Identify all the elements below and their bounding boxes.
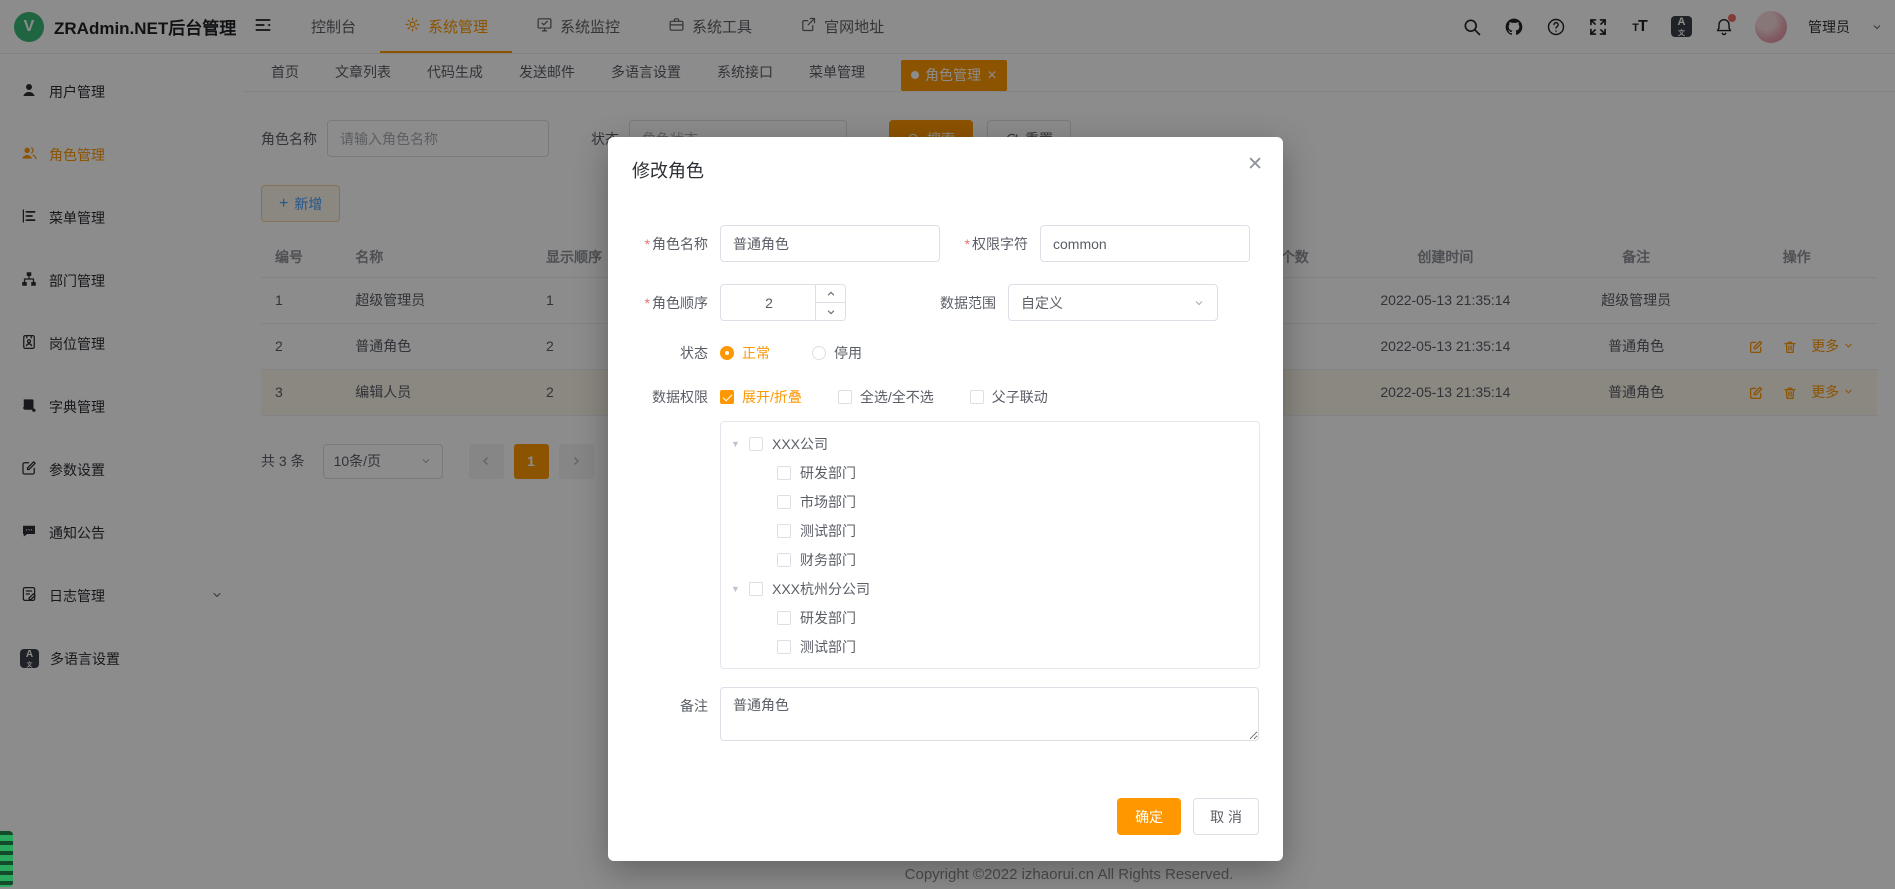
checkbox-label: 全选/全不选 (860, 387, 934, 407)
decrease-button[interactable] (816, 302, 845, 320)
department-tree: ▼XXX公司研发部门市场部门测试部门财务部门▼XXX杭州分公司研发部门测试部门 (720, 421, 1260, 669)
tree-node-label: XXX公司 (772, 434, 828, 454)
tree-checkbox[interactable] (777, 466, 791, 480)
perm-checkbox-全选/全不选[interactable]: 全选/全不选 (838, 387, 934, 407)
status-radio-停用[interactable]: 停用 (812, 343, 862, 363)
data-scope-label: 数据范围 (940, 293, 1008, 313)
perm-checkbox-展开/折叠[interactable]: 展开/折叠 (720, 387, 802, 407)
radio-dot (720, 346, 734, 360)
role-name-label: *角色名称 (632, 234, 720, 254)
stepper-buttons (815, 285, 845, 320)
dialog-footer: 确定 取 消 (1117, 798, 1259, 835)
checkbox-label: 父子联动 (992, 387, 1048, 407)
remark-textarea[interactable]: 普通角色 (720, 687, 1259, 741)
confirm-button[interactable]: 确定 (1117, 798, 1181, 835)
tree-node-label: 测试部门 (800, 521, 856, 541)
role-name-input[interactable] (720, 225, 940, 262)
required-mark: * (645, 236, 650, 252)
dialog-close-icon[interactable]: ✕ (1247, 155, 1263, 174)
tree-node-label: 研发部门 (800, 463, 856, 483)
cancel-button[interactable]: 取 消 (1193, 798, 1259, 835)
tree-node-XXX杭州分公司[interactable]: ▼ XXX杭州分公司 (721, 574, 1259, 603)
tree-node-财务部门[interactable]: 财务部门 (721, 545, 1259, 574)
required-mark: * (965, 236, 970, 252)
chevron-down-icon (1193, 297, 1205, 309)
corner-widget[interactable] (0, 831, 13, 887)
tree-node-研发部门[interactable]: 研发部门 (721, 603, 1259, 632)
data-scope-select[interactable]: 自定义 (1008, 284, 1218, 321)
checkbox-box (838, 390, 852, 404)
tree-node-label: 测试部门 (800, 637, 856, 657)
tree-node-测试部门[interactable]: 测试部门 (721, 516, 1259, 545)
caret-icon[interactable]: ▼ (731, 584, 749, 594)
role-key-label: *权限字符 (940, 234, 1040, 254)
data-perm-label: 数据权限 (632, 387, 720, 407)
checkbox-box (970, 390, 984, 404)
tree-checkbox[interactable] (749, 582, 763, 596)
tree-checkbox[interactable] (777, 640, 791, 654)
required-mark: * (645, 295, 650, 311)
tree-checkbox[interactable] (749, 437, 763, 451)
tree-node-label: 市场部门 (800, 492, 856, 512)
radio-label: 停用 (834, 343, 862, 363)
tree-checkbox[interactable] (777, 611, 791, 625)
role-order-label: *角色顺序 (632, 293, 720, 313)
tree-node-XXX公司[interactable]: ▼ XXX公司 (721, 429, 1259, 458)
tree-node-研发部门[interactable]: 研发部门 (721, 458, 1259, 487)
radio-label: 正常 (742, 343, 770, 363)
status-radio-正常[interactable]: 正常 (720, 343, 770, 363)
tree-node-label: 财务部门 (800, 550, 856, 570)
remark-label: 备注 (632, 687, 720, 716)
tree-checkbox[interactable] (777, 524, 791, 538)
increase-button[interactable] (816, 285, 845, 302)
tree-node-label: 研发部门 (800, 608, 856, 628)
status-label: 状态 (632, 343, 720, 363)
edit-role-form: *角色名称 *权限字符 *角色顺序 2 数据范围 自定义 (632, 225, 1259, 741)
data-perm-checkbox-group: 展开/折叠 全选/全不选 父子联动 (720, 387, 1084, 407)
tree-node-label: XXX杭州分公司 (772, 579, 870, 599)
perm-checkbox-父子联动[interactable]: 父子联动 (970, 387, 1048, 407)
radio-dot (812, 346, 826, 360)
tree-node-市场部门[interactable]: 市场部门 (721, 487, 1259, 516)
app-root: V ZRAdmin.NET后台管理 控制台系统管理系统监控系统工具官网地址 TT… (0, 0, 1895, 889)
caret-icon[interactable]: ▼ (731, 439, 749, 449)
role-key-input[interactable] (1040, 225, 1250, 262)
tree-node-测试部门[interactable]: 测试部门 (721, 632, 1259, 661)
dialog-title: 修改角色 (632, 157, 1259, 183)
checkbox-box (720, 390, 734, 404)
tree-checkbox[interactable] (777, 495, 791, 509)
tree-checkbox[interactable] (777, 553, 791, 567)
edit-role-dialog: 修改角色 ✕ *角色名称 *权限字符 *角色顺序 2 数据范围 (608, 137, 1283, 861)
data-scope-value: 自定义 (1021, 293, 1063, 313)
status-radio-group: 正常 停用 (720, 343, 904, 363)
checkbox-label: 展开/折叠 (742, 387, 802, 407)
role-order-stepper[interactable]: 2 (720, 284, 846, 321)
